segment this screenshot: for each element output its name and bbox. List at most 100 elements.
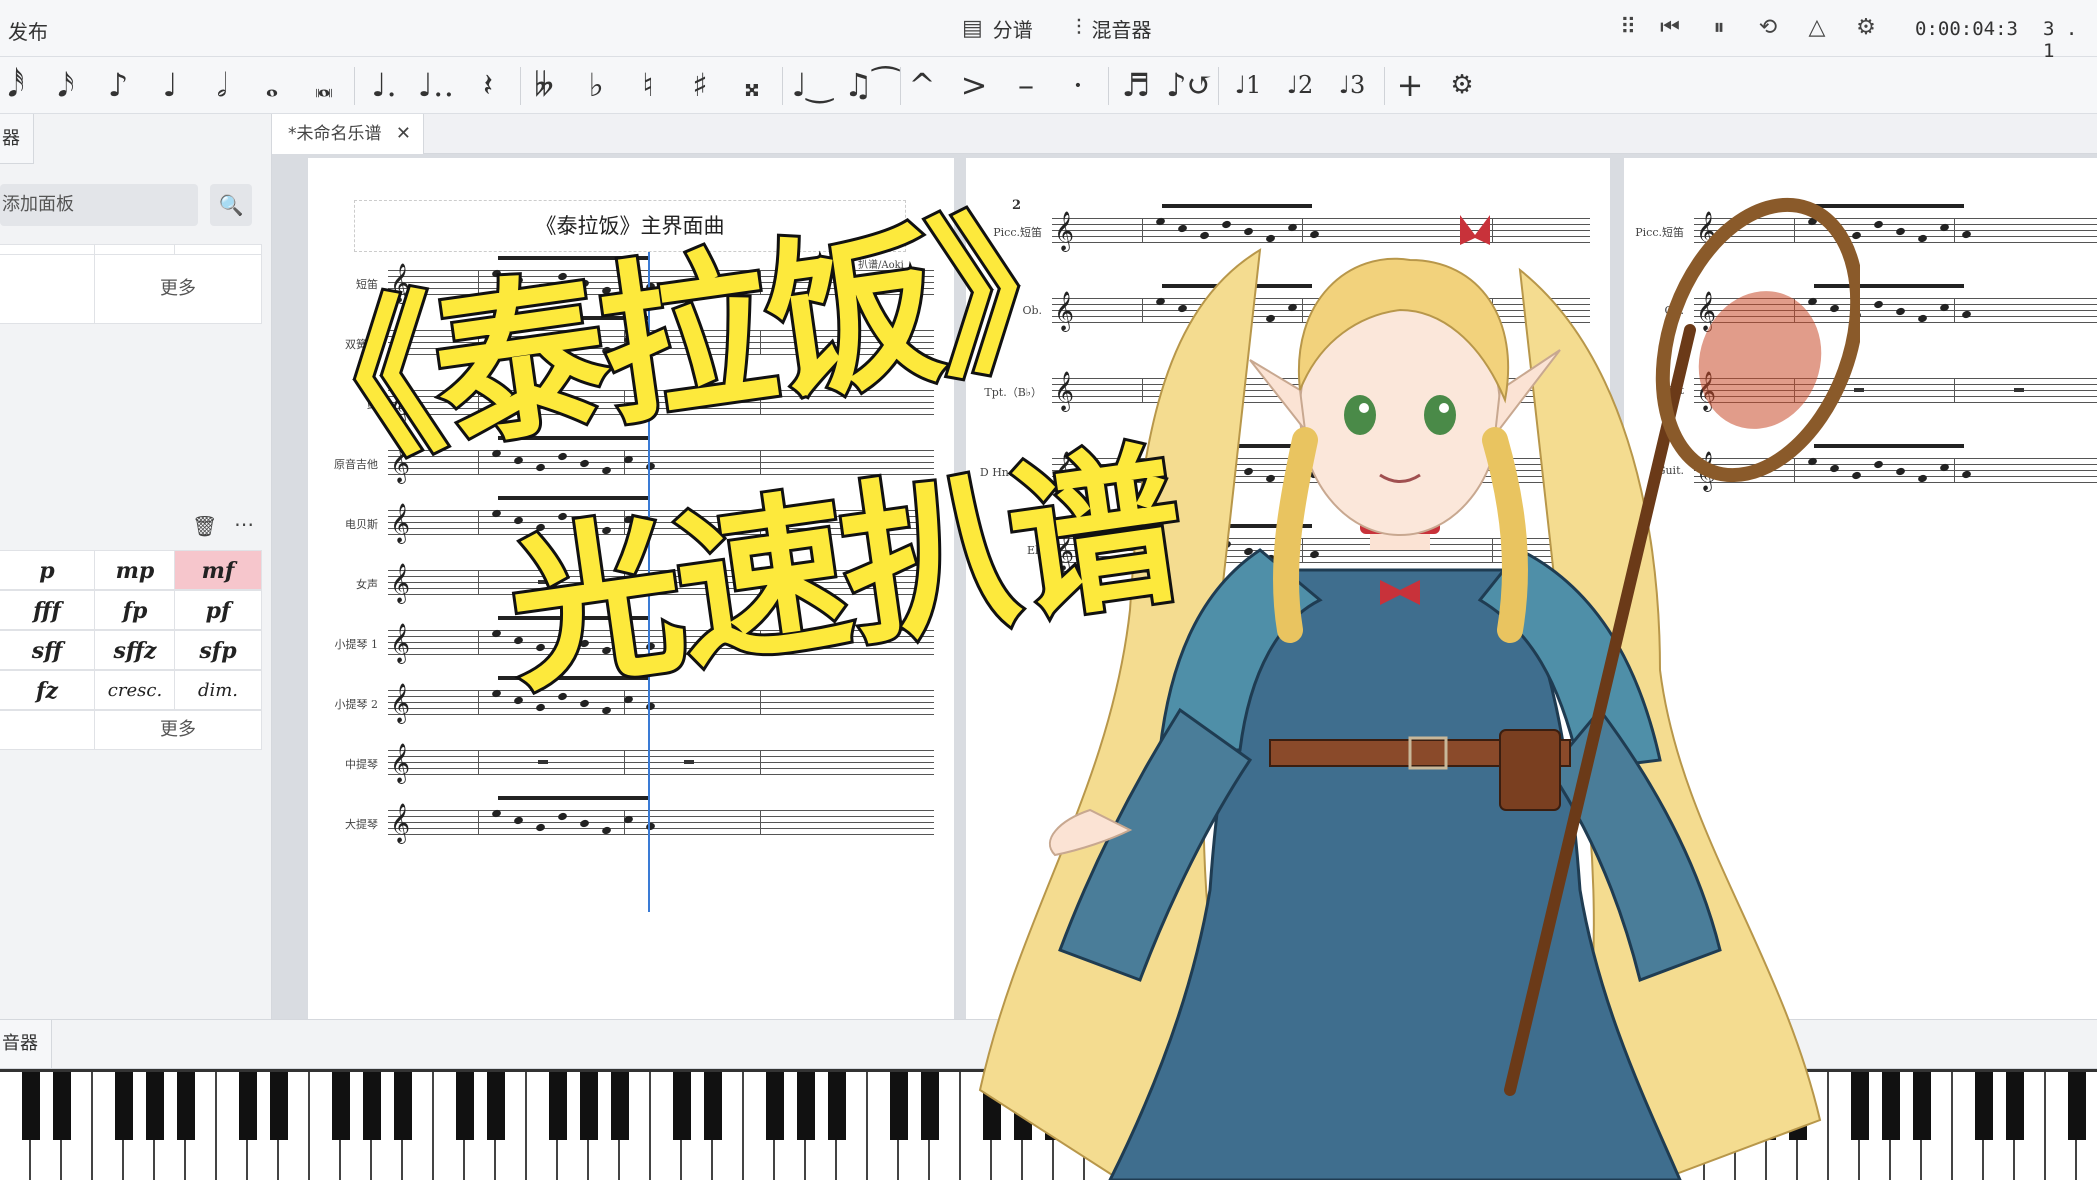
rest-icon[interactable]: 𝄽	[466, 65, 510, 105]
playback-settings-icon[interactable]: ⚙	[1850, 12, 1882, 44]
piano-black-key[interactable]	[766, 1072, 784, 1140]
note[interactable]	[513, 815, 524, 826]
piano-black-key[interactable]	[146, 1072, 164, 1140]
piano-black-key[interactable]	[115, 1072, 133, 1140]
note[interactable]	[1961, 469, 1972, 480]
sidebar-tab[interactable]: 器	[0, 114, 34, 164]
dynamic-p[interactable]: p	[0, 550, 96, 590]
trash-icon[interactable]: 🗑	[192, 514, 217, 538]
more-button-1[interactable]: 更多	[94, 254, 262, 324]
piano-black-key[interactable]	[611, 1072, 629, 1140]
quarter-note-icon[interactable]: ♩	[148, 65, 192, 105]
publish-button[interactable]: 发布	[8, 16, 48, 45]
mixer-panel-tab[interactable]: 音器	[0, 1020, 52, 1068]
tie-icon[interactable]: ♩‿	[790, 65, 834, 105]
piano-black-key[interactable]	[487, 1072, 505, 1140]
add-icon[interactable]: +	[1388, 65, 1432, 105]
metronome-icon[interactable]: △	[1801, 12, 1833, 44]
marcato-icon[interactable]: ^	[900, 65, 944, 105]
16th-note-icon[interactable]: 𝅘𝅥𝅯	[44, 65, 88, 105]
more-options-icon[interactable]: ⋯	[234, 512, 254, 536]
piano-black-key[interactable]	[239, 1072, 257, 1140]
piano-black-key[interactable]	[177, 1072, 195, 1140]
piano-black-key[interactable]	[797, 1072, 815, 1140]
note[interactable]	[1895, 466, 1906, 477]
note[interactable]	[579, 818, 590, 829]
piano-black-key[interactable]	[270, 1072, 288, 1140]
dynamic-mf-selected[interactable]: mf	[174, 550, 262, 590]
whole-rest[interactable]	[684, 760, 694, 764]
piano-black-key[interactable]	[1913, 1072, 1931, 1140]
close-icon[interactable]: ✕	[396, 114, 411, 154]
flat-icon[interactable]: ♭	[574, 65, 618, 105]
voice-1-icon[interactable]: ♩1	[1226, 65, 1270, 105]
dynamic-sff[interactable]: sff	[0, 630, 96, 670]
mixer-button[interactable]: ⫶ 混音器	[1076, 14, 1152, 43]
double-sharp-icon[interactable]: 𝄪	[730, 65, 774, 105]
note[interactable]	[1873, 299, 1884, 310]
rewind-icon[interactable]: ⏮	[1654, 12, 1686, 44]
piano-black-key[interactable]	[1882, 1072, 1900, 1140]
dynamic-dim[interactable]: dim.	[174, 670, 262, 710]
whole-rest[interactable]	[2014, 388, 2024, 392]
piano-black-key[interactable]	[2068, 1072, 2086, 1140]
piano-black-key[interactable]	[394, 1072, 412, 1140]
drag-handle-icon[interactable]: ⠿	[1612, 12, 1644, 44]
double-flat-icon[interactable]: 𝄫	[522, 65, 566, 105]
slur-icon[interactable]: ♫⁀	[844, 65, 898, 105]
piano-black-key[interactable]	[828, 1072, 846, 1140]
tuplet-icon[interactable]: ♬	[1114, 65, 1158, 105]
piano-black-key[interactable]	[22, 1072, 40, 1140]
32nd-note-icon[interactable]: 𝅘𝅥𝅰	[0, 65, 38, 105]
staff-row[interactable]: 𝄞	[388, 746, 934, 782]
note[interactable]	[1961, 229, 1972, 240]
dynamic-sfp[interactable]: sfp	[174, 630, 262, 670]
piano-black-key[interactable]	[53, 1072, 71, 1140]
note[interactable]	[1873, 459, 1884, 470]
staff-row[interactable]: 𝄞	[388, 796, 934, 842]
piano-black-key[interactable]	[704, 1072, 722, 1140]
note[interactable]	[1895, 226, 1906, 237]
tenuto-icon[interactable]: –	[1004, 65, 1048, 105]
settings-icon[interactable]: ⚙	[1440, 65, 1484, 105]
piano-black-key[interactable]	[549, 1072, 567, 1140]
staccato-icon[interactable]: ·	[1056, 65, 1100, 105]
dynamic-pf[interactable]: pf	[174, 590, 262, 630]
play-pause-icon[interactable]: ⏸	[1703, 12, 1735, 44]
piano-black-key[interactable]	[1975, 1072, 1993, 1140]
piano-black-key[interactable]	[890, 1072, 908, 1140]
double-dotted-icon[interactable]: ♩‥	[414, 65, 458, 105]
whole-note-icon[interactable]: 𝅝	[250, 65, 294, 105]
whole-rest[interactable]	[538, 760, 548, 764]
piano-black-key[interactable]	[673, 1072, 691, 1140]
dynamic-cresc[interactable]: cresc.	[94, 670, 176, 710]
voice-2-icon[interactable]: ♩2	[1278, 65, 1322, 105]
search-icon[interactable]: 🔍	[210, 184, 252, 226]
sharp-icon[interactable]: ♯	[678, 65, 722, 105]
piano-black-key[interactable]	[363, 1072, 381, 1140]
natural-icon[interactable]: ♮	[626, 65, 670, 105]
piano-black-key[interactable]	[332, 1072, 350, 1140]
note[interactable]	[557, 811, 568, 822]
piano-black-key[interactable]	[921, 1072, 939, 1140]
dotted-icon[interactable]: ♩.	[362, 65, 406, 105]
piano-black-key[interactable]	[580, 1072, 598, 1140]
dynamic-fz[interactable]: fz	[0, 670, 96, 710]
breve-icon[interactable]: 𝅜	[302, 65, 346, 105]
dynamic-mp[interactable]: mp	[94, 550, 176, 590]
flip-icon[interactable]: ♪↺	[1166, 65, 1213, 105]
score-tab[interactable]: *未命名乐谱 ✕	[272, 114, 424, 154]
dynamic-fff[interactable]: fff	[0, 590, 96, 630]
loop-icon[interactable]: ⟲	[1752, 12, 1784, 44]
dynamic-sffz[interactable]: sffz	[94, 630, 176, 670]
piano-black-key[interactable]	[456, 1072, 474, 1140]
parts-button[interactable]: ▤ 分谱	[962, 14, 1033, 43]
accent-icon[interactable]: >	[952, 65, 996, 105]
note[interactable]	[1961, 309, 1972, 320]
piano-black-key[interactable]	[2006, 1072, 2024, 1140]
note[interactable]	[1895, 306, 1906, 317]
more-button-2[interactable]: 更多	[94, 710, 262, 750]
voice-3-icon[interactable]: ♩3	[1330, 65, 1374, 105]
add-panel-search[interactable]: 添加面板	[0, 184, 198, 226]
note[interactable]	[1873, 219, 1884, 230]
